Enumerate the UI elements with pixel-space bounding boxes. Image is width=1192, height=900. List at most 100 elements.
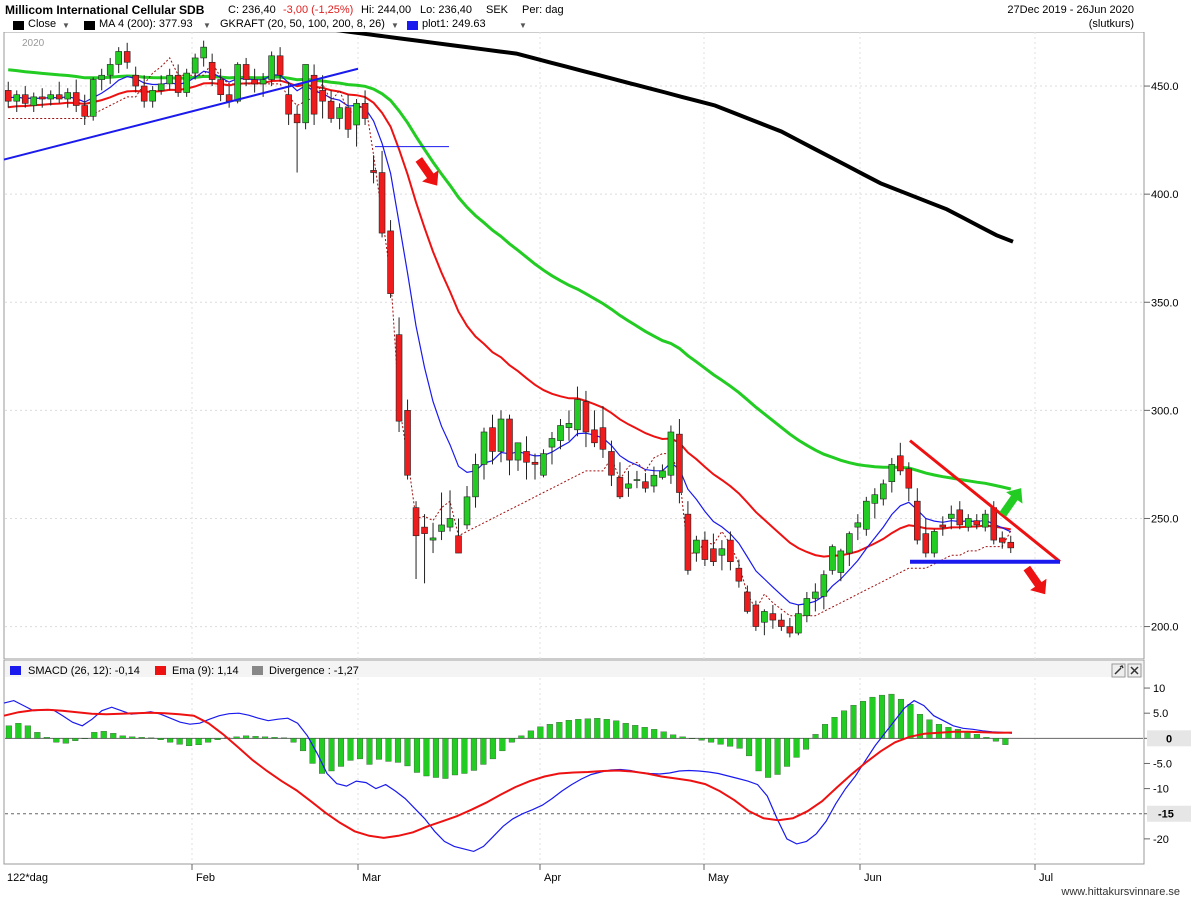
candle-body xyxy=(268,55,275,80)
divergence-bar xyxy=(34,732,41,739)
divergence-bar xyxy=(736,738,743,749)
candle-body xyxy=(574,399,581,431)
candle-body xyxy=(786,626,794,634)
divergence-bar xyxy=(328,738,335,772)
x-tick-label: Apr xyxy=(544,872,561,884)
candle-body xyxy=(981,513,989,528)
candle-body xyxy=(956,509,964,526)
divergence-bar xyxy=(5,725,12,739)
candle-body xyxy=(38,96,46,100)
candle-body xyxy=(565,423,573,428)
candle-body xyxy=(72,92,80,106)
divergence-bar xyxy=(119,735,126,739)
candle-body xyxy=(633,479,641,481)
price-chart[interactable]: 2020 450.0 400.0 350.0 300.0 250.0 200.0 xyxy=(0,32,1192,660)
date-axis: 122*dag Feb Mar Apr May Jun Jul xyxy=(7,864,1053,884)
legend-close[interactable]: Close xyxy=(28,18,56,30)
dropdown-arrow-icon[interactable]: ▼ xyxy=(203,21,211,30)
candle-body xyxy=(744,591,751,612)
candle-body xyxy=(174,74,182,93)
divergence-bar xyxy=(243,735,250,739)
candle-body xyxy=(421,526,428,534)
change-value: -3,00 (-1,25%) xyxy=(283,4,354,16)
legend-plot1[interactable]: plot1: 249.63 xyxy=(422,18,486,30)
candle-body xyxy=(251,79,258,85)
divergence-bar xyxy=(755,738,762,772)
divergence-bar xyxy=(679,736,686,739)
dropdown-arrow-icon[interactable]: ▼ xyxy=(391,21,399,30)
candle-body xyxy=(200,46,207,59)
y-tick-label: -20 xyxy=(1153,834,1169,846)
candle-body xyxy=(480,431,488,465)
candle-body xyxy=(990,507,998,541)
legend-gkraft[interactable]: GKRAFT (20, 50, 100, 200, 8, 26) xyxy=(220,18,385,30)
wrench-icon[interactable] xyxy=(1111,663,1126,678)
candle-body xyxy=(106,64,114,76)
divergence-bar xyxy=(841,710,848,739)
divergence-bar xyxy=(451,738,458,776)
candle-body xyxy=(778,619,785,627)
candle-body xyxy=(727,539,734,563)
period-count-label: 122*dag xyxy=(7,872,48,884)
candle-body xyxy=(837,550,845,573)
candle-body xyxy=(854,522,862,528)
divergence-bar xyxy=(176,738,183,745)
close-icon[interactable] xyxy=(1127,663,1142,678)
candle-body xyxy=(412,507,420,537)
divergence-bar xyxy=(641,727,648,739)
candle-body xyxy=(769,613,777,621)
legend-divergence[interactable]: Divergence : -1,27 xyxy=(269,665,359,677)
divergence-bar xyxy=(565,720,572,739)
candle-body xyxy=(752,604,760,627)
divergence-bar xyxy=(385,738,392,762)
divergence-bar xyxy=(15,723,22,739)
candle-body xyxy=(327,100,335,119)
currency-label: SEK xyxy=(486,4,509,16)
divergence-bar xyxy=(186,738,193,747)
ema-swatch-icon xyxy=(155,666,166,675)
candle-body xyxy=(344,107,352,130)
y-tick-label: 10 xyxy=(1153,683,1165,695)
candle-body xyxy=(446,518,454,528)
dropdown-arrow-icon[interactable]: ▼ xyxy=(519,21,527,30)
candle-body xyxy=(998,537,1006,543)
candle-body xyxy=(659,470,666,478)
divergence-swatch-icon xyxy=(252,666,263,675)
candle-body xyxy=(276,55,284,76)
y-tick-label: -10 xyxy=(1153,784,1169,796)
divergence-bar xyxy=(869,696,876,739)
divergence-bar xyxy=(205,738,212,743)
divergence-bar xyxy=(622,723,629,739)
divergence-bar xyxy=(91,732,98,739)
divergence-bar xyxy=(793,738,800,758)
divergence-bar xyxy=(727,738,734,747)
candle-body xyxy=(387,230,394,294)
candle-body xyxy=(888,464,896,483)
divergence-bar xyxy=(575,719,582,739)
candle-body xyxy=(506,418,513,461)
divergence-bar xyxy=(803,738,810,750)
macd-chart[interactable]: SMACD (26, 12): -0,14 Ema (9): 1,14 Dive… xyxy=(0,660,1192,876)
divergence-bar xyxy=(784,738,791,767)
divergence-bar xyxy=(632,725,639,739)
legend-smacd[interactable]: SMACD (26, 12): -0,14 xyxy=(28,665,140,677)
divergence-bar xyxy=(470,738,477,771)
divergence-bar xyxy=(375,738,382,760)
divergence-bar xyxy=(148,737,155,739)
y-tick-label: 400.0 xyxy=(1151,189,1179,201)
divergence-bar xyxy=(129,736,136,739)
candle-body xyxy=(761,611,768,623)
candle-body xyxy=(336,107,343,119)
candle-body xyxy=(4,90,12,102)
divergence-bar xyxy=(347,738,354,761)
legend-ma[interactable]: MA 4 (200): 377.93 xyxy=(99,18,193,30)
divergence-bar xyxy=(774,738,781,775)
divergence-bar xyxy=(746,738,753,757)
divergence-bar xyxy=(281,737,288,739)
y-tick-label: 300.0 xyxy=(1151,405,1179,417)
divergence-bar xyxy=(954,729,961,739)
dropdown-arrow-icon[interactable]: ▼ xyxy=(62,21,70,30)
candle-body xyxy=(293,113,301,124)
legend-ema[interactable]: Ema (9): 1,14 xyxy=(172,665,239,677)
y-tick-label: 200.0 xyxy=(1151,622,1179,634)
